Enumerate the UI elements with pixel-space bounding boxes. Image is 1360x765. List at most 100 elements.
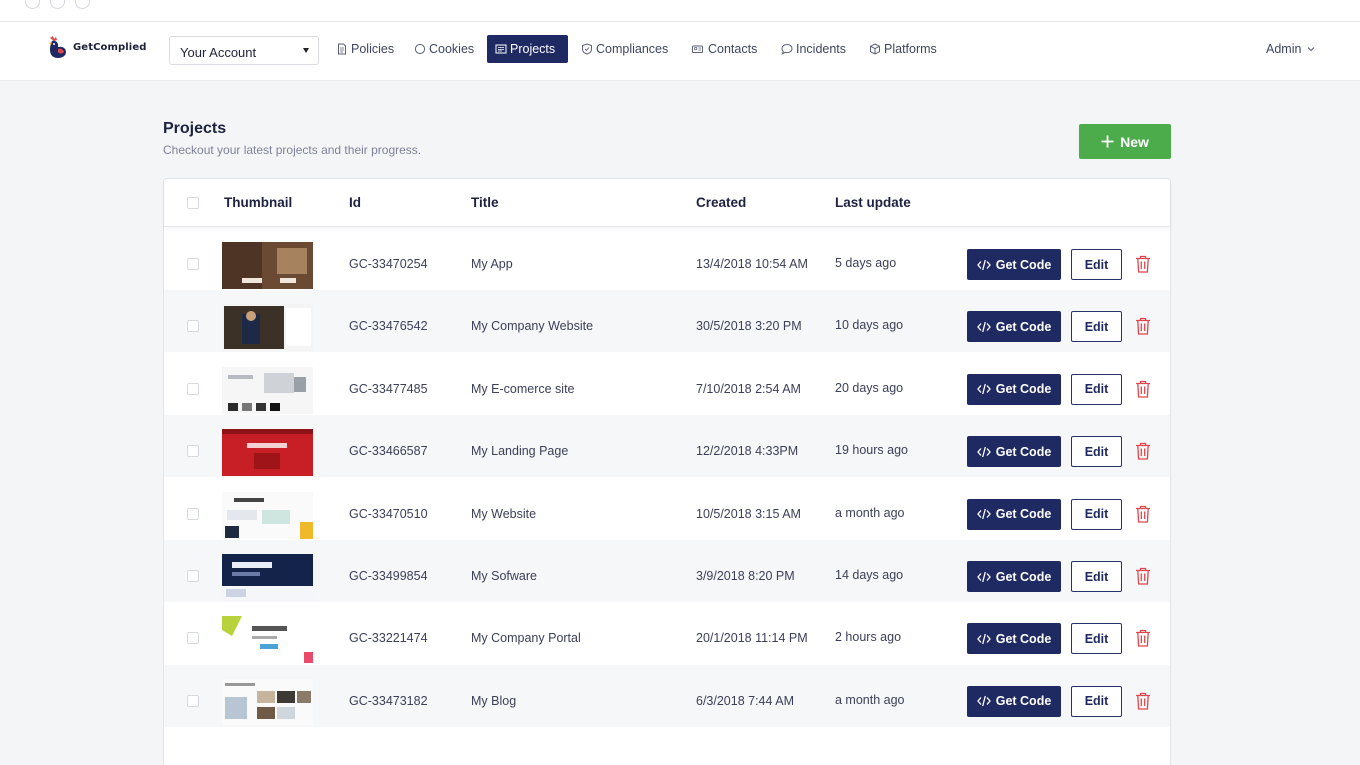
edit-button[interactable]: Edit [1071,249,1122,280]
get-code-label: Get Code [995,444,1052,459]
nav-policies[interactable]: Policies [328,35,402,63]
project-thumbnail[interactable] [222,429,313,477]
caret-down-icon [303,48,309,53]
table-row: GC-33466587 My Landing Page 12/2/2018 4:… [164,415,1170,478]
project-id: GC-33466587 [349,444,428,459]
get-code-label: Get Code [995,694,1052,709]
get-code-button[interactable]: Get Code [967,373,1061,405]
project-title: My Company Portal [471,631,581,646]
edit-button[interactable]: Edit [1071,623,1122,655]
nav-projects[interactable]: Projects [487,35,568,63]
account-select[interactable]: Your Account [169,36,319,65]
table-row: GC-33470510 My Website 10/5/2018 3:15 AM… [164,478,1170,540]
get-code-label: Get Code [995,507,1052,522]
trash-icon[interactable] [1135,255,1151,273]
project-id: GC-33470510 [349,506,428,521]
project-created: 10/5/2018 3:15 AM [696,506,801,521]
trash-icon[interactable] [1135,442,1151,460]
shield-icon [582,43,592,55]
row-checkbox[interactable] [187,507,199,520]
window-minimize-dot[interactable] [50,0,65,9]
get-code-button[interactable]: Get Code [967,685,1061,717]
nav-cookies[interactable]: Cookies [406,35,482,63]
window-maximize-dot[interactable] [75,0,90,9]
edit-button[interactable]: Edit [1071,685,1122,717]
project-id: GC-33499854 [349,569,428,583]
get-code-button[interactable]: Get Code [967,249,1061,280]
rooster-logo-icon [49,36,66,58]
nav-platforms[interactable]: Platforms [861,35,945,63]
edit-button[interactable]: Edit [1071,373,1122,405]
code-icon [976,571,991,582]
project-last-update: 20 days ago [835,380,904,395]
plus-icon [1101,135,1114,148]
project-last-update: 2 hours ago [835,630,902,645]
row-checkbox[interactable] [187,570,199,582]
project-created: 12/2/2018 4:33PM [696,444,799,459]
new-project-button[interactable]: New [1079,124,1171,159]
code-icon [976,508,991,520]
project-last-update: a month ago [835,505,905,520]
trash-icon[interactable] [1135,567,1151,585]
trash-icon[interactable] [1135,692,1151,710]
project-created: 6/3/2018 7:44 AM [696,693,794,708]
edit-button[interactable]: Edit [1071,436,1122,468]
trash-icon[interactable] [1135,505,1151,523]
column-created[interactable]: Created [696,195,746,210]
column-last-update[interactable]: Last update [835,195,911,210]
trash-icon[interactable] [1135,317,1151,336]
row-checkbox[interactable] [187,258,199,270]
chevron-down-icon [1308,47,1315,52]
get-code-button[interactable]: Get Code [967,498,1061,530]
row-checkbox[interactable] [187,632,199,645]
project-thumbnail[interactable] [222,366,313,414]
project-thumbnail[interactable] [222,616,313,664]
brand-logo[interactable]: GetComplied [46,34,146,60]
user-menu[interactable]: Admin [1266,42,1315,56]
project-id: GC-33221474 [349,631,428,646]
nav-incidents[interactable]: Incidents [773,35,854,63]
row-checkbox[interactable] [187,382,199,395]
code-icon [976,321,991,333]
row-checkbox[interactable] [187,694,199,707]
select-all-checkbox[interactable] [187,197,199,209]
chat-icon [781,43,793,55]
window-close-dot[interactable] [25,0,40,9]
nav-compliances[interactable]: Compliances [573,35,676,63]
column-id[interactable]: Id [349,195,361,210]
edit-button[interactable]: Edit [1071,561,1122,592]
row-checkbox[interactable] [187,320,199,333]
document-icon [338,43,346,55]
get-code-button[interactable]: Get Code [967,311,1061,343]
project-created: 13/4/2018 10:54 AM [696,257,808,271]
project-title: My Blog [471,693,517,708]
project-id: GC-33476542 [349,319,428,334]
trash-icon[interactable] [1135,380,1151,398]
nav-contacts[interactable]: Contacts [682,35,765,63]
get-code-button[interactable]: Get Code [967,623,1061,655]
project-thumbnail[interactable] [222,304,313,352]
project-created: 30/5/2018 3:20 PM [696,319,802,334]
trash-icon[interactable] [1135,629,1151,648]
edit-button[interactable]: Edit [1071,498,1122,530]
project-title: My Company Website [471,319,594,334]
project-thumbnail[interactable] [222,491,313,539]
edit-button[interactable]: Edit [1071,311,1122,343]
project-thumbnail[interactable] [222,554,313,601]
get-code-button[interactable]: Get Code [967,561,1061,592]
table-row: GC-33477485 My E-comerce site 7/10/2018 … [164,353,1170,415]
column-thumbnail[interactable]: Thumbnail [224,195,292,210]
page-title: Projects [163,120,227,137]
user-name: Admin [1266,42,1302,56]
row-checkbox[interactable] [187,445,199,458]
table-row: GC-33473182 My Blog 6/3/2018 7:44 AM a m… [164,664,1170,727]
nav-contacts-label: Contacts [708,42,758,56]
project-thumbnail[interactable] [222,678,313,726]
project-thumbnail[interactable] [222,242,313,289]
cube-icon [870,43,880,55]
code-icon [976,259,991,270]
get-code-button[interactable]: Get Code [967,436,1061,468]
project-title: My Website [471,506,537,521]
column-title[interactable]: Title [471,195,499,210]
table-header: Thumbnail Id Title Created Last update [164,179,1170,227]
